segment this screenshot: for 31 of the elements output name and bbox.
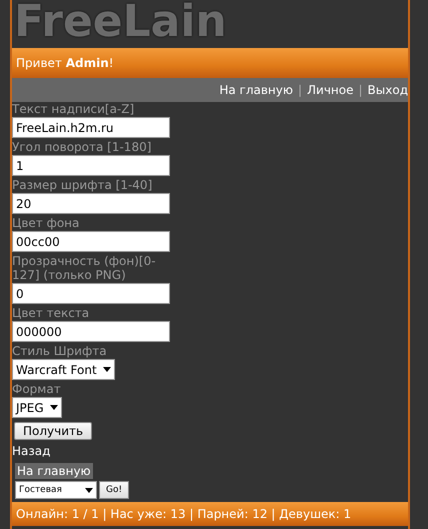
input-field[interactable]: 0 bbox=[12, 283, 170, 304]
nav-separator: | bbox=[358, 83, 363, 97]
back-link[interactable]: Назад bbox=[12, 444, 50, 458]
field-label: Цвет текста bbox=[12, 306, 90, 320]
input-field[interactable]: 000000 bbox=[12, 321, 170, 342]
greeting-text: Привет Admin! bbox=[16, 56, 114, 70]
input-field[interactable]: 1 bbox=[12, 155, 170, 176]
nav-link[interactable]: Личное bbox=[307, 83, 354, 97]
nav-separator: | bbox=[298, 83, 302, 97]
jump-select[interactable]: Гостевая bbox=[15, 481, 97, 499]
field-label: Размер шрифта [1-40] bbox=[12, 178, 154, 192]
field-label: Угол поворота [1-180] bbox=[12, 140, 152, 154]
nav-link[interactable]: На главную bbox=[219, 83, 293, 97]
input-field[interactable]: 00cc00 bbox=[12, 231, 170, 252]
select-dropdown[interactable]: Warcraft Font bbox=[12, 359, 115, 380]
caret-icon bbox=[50, 405, 58, 410]
caret-icon bbox=[85, 488, 93, 492]
nav-link[interactable]: Выход bbox=[368, 83, 408, 97]
home-link[interactable]: На главную bbox=[15, 463, 93, 479]
go-button[interactable]: Go! bbox=[99, 481, 130, 499]
select-dropdown[interactable]: JPEG bbox=[12, 397, 62, 418]
input-field[interactable]: FreeLain.h2m.ru bbox=[12, 117, 170, 138]
field-label: Текст надписи[a-Z] bbox=[12, 102, 136, 116]
submit-button[interactable]: Получить bbox=[14, 422, 92, 440]
field-label: Цвет фона bbox=[12, 216, 80, 230]
input-field[interactable]: 20 bbox=[12, 193, 170, 214]
caret-icon bbox=[102, 367, 111, 372]
field-label: Формат bbox=[12, 382, 62, 396]
field-label: Стиль Шрифта bbox=[12, 344, 108, 358]
field-label: Прозрачность (фон)[0-127] (только PNG) bbox=[12, 254, 157, 282]
footer-stats: Онлайн: 1 / 1 | Нас уже: 13 | Парней: 12 | Девушек: 1 bbox=[16, 507, 352, 521]
